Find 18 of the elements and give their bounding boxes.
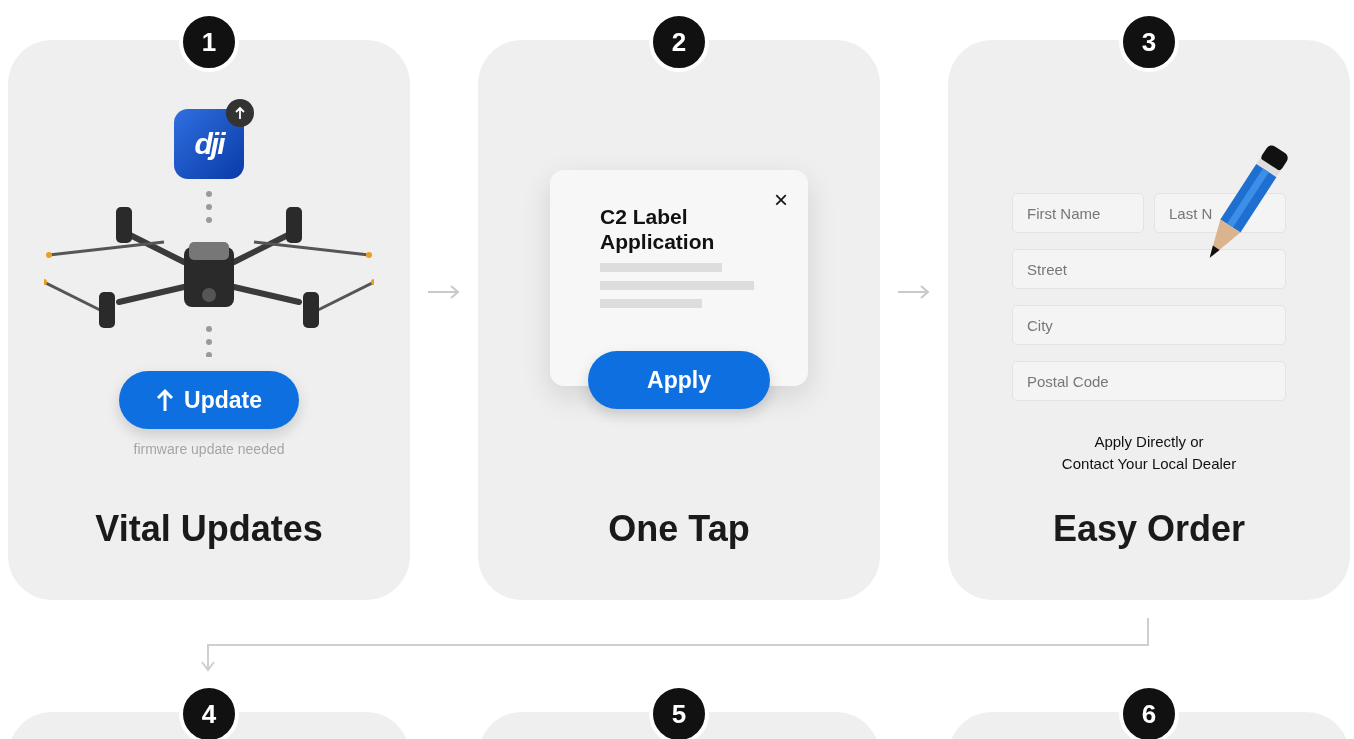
step-title: Easy Order: [1052, 508, 1246, 550]
up-arrow-icon: [156, 388, 174, 412]
update-badge-icon: [226, 99, 254, 127]
update-button[interactable]: Update: [119, 371, 299, 429]
dialog-title: C2 Label Application: [600, 204, 716, 254]
step-title: One Tap: [608, 508, 750, 550]
apply-button[interactable]: Apply: [588, 351, 770, 409]
right-arrow-icon: [427, 284, 461, 300]
firmware-note: firmware update needed: [133, 441, 285, 457]
step-title: Vital Updates: [95, 508, 323, 550]
input-field[interactable]: City: [1012, 305, 1286, 345]
right-arrow-icon: [897, 284, 931, 300]
order-note: Apply Directly or Contact Your Local Dealer: [1061, 432, 1237, 474]
input-field[interactable]: Postal Code: [1012, 361, 1286, 401]
input-field[interactable]: Street: [1012, 249, 1286, 289]
close-button[interactable]: ×: [774, 186, 788, 214]
input-field[interactable]: First Name: [1012, 193, 1144, 233]
app-logo-text: dji: [194, 127, 224, 161]
